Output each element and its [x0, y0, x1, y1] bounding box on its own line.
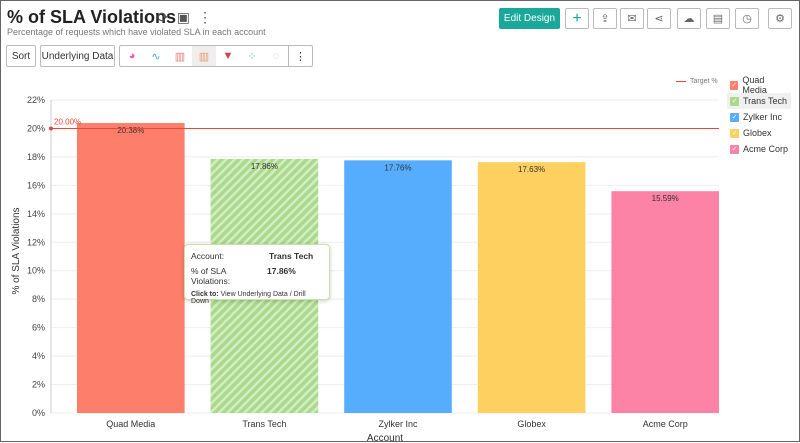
- x-tick-label: Quad Media: [106, 419, 155, 429]
- legend-item[interactable]: ✓ Trans Tech: [727, 93, 791, 109]
- y-tick-label: 22%: [27, 95, 45, 105]
- tooltip: Account: Trans Tech % of SLA Violations: 1…: [184, 244, 330, 305]
- y-tick-label: 0%: [32, 408, 45, 418]
- checkbox-icon[interactable]: ✓: [730, 80, 739, 90]
- y-tick-label: 20%: [27, 123, 45, 133]
- data-label: 17.76%: [384, 163, 411, 172]
- y-tick-label: 14%: [27, 209, 45, 219]
- y-tick-label: 8%: [32, 294, 45, 304]
- checkbox-icon[interactable]: ✓: [730, 96, 739, 106]
- checkbox-icon[interactable]: ✓: [730, 128, 739, 138]
- y-tick-label: 12%: [27, 237, 45, 247]
- data-label: 17.63%: [518, 165, 545, 174]
- x-tick-label: Globex: [517, 419, 546, 429]
- target-line-swatch: [676, 81, 686, 82]
- legend-item[interactable]: ✓ Zylker Inc: [727, 109, 791, 125]
- checkbox-icon[interactable]: ✓: [730, 144, 739, 154]
- legend: ✓ Quad Media ✓ Trans Tech ✓ Zylker Inc ✓ Globex…: [727, 75, 791, 157]
- data-label: 17.86%: [251, 162, 278, 171]
- target-marker: [49, 126, 53, 131]
- y-tick-label: 2%: [32, 380, 45, 390]
- y-axis-title: % of SLA Violations: [11, 207, 22, 294]
- legend-item[interactable]: ✓ Quad Media: [727, 75, 791, 95]
- legend-item[interactable]: ✓ Globex: [727, 125, 791, 141]
- y-tick-label: 4%: [32, 351, 45, 361]
- x-tick-label: Zylker Inc: [378, 419, 418, 429]
- target-label: 20.00%: [54, 117, 81, 126]
- legend-label: Acme Corp: [743, 144, 789, 154]
- legend-label: Trans Tech: [743, 96, 788, 106]
- bar-quad-media[interactable]: [77, 123, 185, 413]
- data-label: 15.59%: [652, 194, 679, 203]
- checkbox-icon[interactable]: ✓: [730, 112, 739, 122]
- bar-chart: 0% 2% 4% 6% 8% 10% 12% 14% 16% 18% 20% 22% 20.38% Qua…: [11, 95, 719, 443]
- legend-item[interactable]: ✓ Acme Corp: [727, 141, 791, 157]
- legend-target: Target %: [676, 78, 718, 85]
- bar-globex[interactable]: [477, 162, 586, 413]
- y-tick-label: 10%: [27, 266, 45, 276]
- x-tick-label: Trans Tech: [242, 419, 286, 429]
- legend-label: Globex: [743, 128, 772, 138]
- y-tick-label: 16%: [27, 180, 45, 190]
- data-label: 20.38%: [117, 126, 144, 135]
- legend-label: Zylker Inc: [743, 112, 783, 122]
- y-tick-label: 18%: [27, 152, 45, 162]
- x-tick-label: Acme Corp: [643, 419, 688, 429]
- bar-acme-corp[interactable]: [611, 191, 719, 413]
- legend-label: Quad Media: [742, 75, 767, 95]
- bar-zylker-inc[interactable]: [344, 160, 452, 413]
- y-tick-label: 6%: [32, 323, 45, 333]
